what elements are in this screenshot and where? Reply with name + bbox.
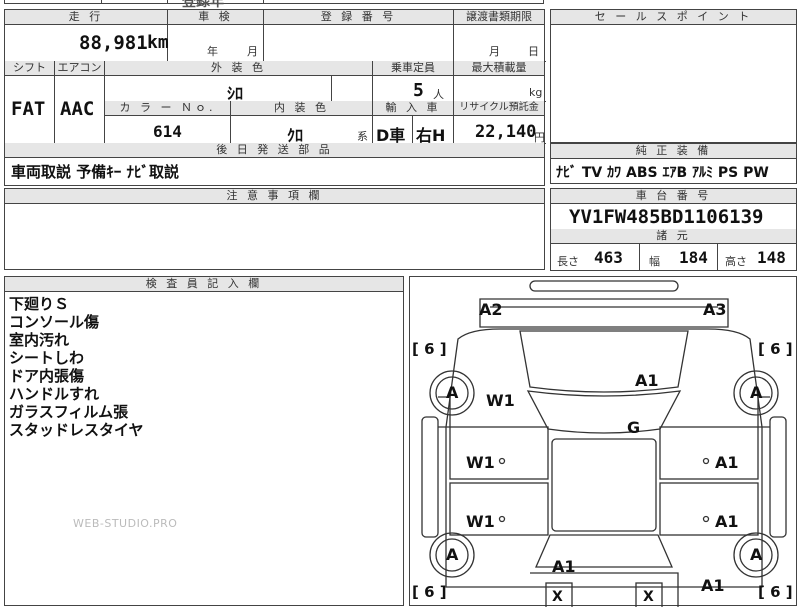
recycle-value: 22,140 <box>475 122 537 142</box>
door-rr-outline <box>659 482 759 536</box>
equipment-items: ﾅﾋﾞ TV ｶﾜ ABS ｴｱB ｱﾙﾐ PS PW <box>556 165 769 181</box>
specs-header: 諸 元 <box>551 229 796 244</box>
shift-header: シフト <box>5 61 54 76</box>
car-diagram-box: A2 A3 A1 W1 G W1 W1 A1 A1 A1 A1 A A A A … <box>409 276 797 607</box>
reg-no-header: 登 録 番 号 <box>264 10 453 25</box>
notice-box: 注 意 事 項 欄 <box>4 188 545 270</box>
shift-value: FAT <box>11 98 46 120</box>
roof-outline <box>551 438 657 532</box>
mark-a1-rear-r: A1 <box>701 576 725 595</box>
equipment-header: 純 正 装 備 <box>551 144 796 159</box>
capacity-header: 乗車定員 <box>373 61 453 76</box>
mark-w1-door-fl: W1 <box>466 453 495 472</box>
mark-tire-rl: A <box>446 545 459 564</box>
shaken-month-unit: 月 <box>247 45 258 58</box>
inspector-note: 下廻りＳ <box>9 295 70 313</box>
tire-depth-rl: [ 6 ] <box>412 583 447 601</box>
length-value: 463 <box>594 248 623 267</box>
inspector-note: シートしわ <box>9 349 85 367</box>
windshield-outline <box>526 390 682 434</box>
car-diagram <box>421 280 787 607</box>
import-header: 輸 入 車 <box>373 101 453 116</box>
color-no-header: カ ラ ー Ｎｏ. <box>105 101 230 116</box>
mark-a3: A3 <box>703 300 727 319</box>
transfer-month-unit: 月 <box>489 45 500 58</box>
later-parts-header: 後 日 発 送 部 品 <box>5 143 544 158</box>
door-rl-outline <box>449 482 549 536</box>
door-fl-outline <box>449 426 549 480</box>
exterior-header: 外 装 色 <box>105 61 372 76</box>
mark-x-left: X <box>552 589 563 605</box>
tire-depth-rr: [ 6 ] <box>758 583 793 601</box>
inspector-notes: 下廻りＳ コンソール傷 室内汚れ シートしわ ドア内張傷 ハンドルすれ ガラスフ… <box>9 295 144 439</box>
transfer-day-unit: 日 <box>528 45 539 58</box>
max-load-header: 最大積載量 <box>454 61 544 76</box>
selling-points-box: セ ー ル ス ポ イ ン ト <box>550 9 797 143</box>
mark-w1-door-rl: W1 <box>466 512 495 531</box>
mark-tire-fr: A <box>750 383 763 402</box>
hood-outline <box>519 330 689 393</box>
mark-a1-door-fr: A1 <box>715 453 739 472</box>
chassis-box: 車 台 番 号 YV1FW485BD1106139 諸 元 長さ 463 幅 1… <box>550 188 797 271</box>
aircon-value: AAC <box>60 98 95 120</box>
mark-a1-rear-l: A1 <box>552 557 576 576</box>
inspector-note: 室内汚れ <box>9 331 70 349</box>
mark-x-right: X <box>643 589 654 605</box>
inspector-note: ハンドルすれ <box>9 385 100 403</box>
mark-tire-fl: A <box>446 383 459 402</box>
mark-a1-hood: A1 <box>635 371 659 390</box>
aircon-header: エアコン <box>55 61 104 76</box>
front-bumper-panel <box>479 298 729 328</box>
length-label: 長さ <box>557 255 579 268</box>
mark-tire-rr: A <box>750 545 763 564</box>
mark-w1-windshield: W1 <box>486 391 515 410</box>
tire-depth-fl: [ 6 ] <box>412 340 447 358</box>
vehicle-info-table: 走 行 車 検 登 録 番 号 譲渡書類期限 88,981 km 年 月 月 日… <box>4 9 546 186</box>
capacity-value: 5 <box>413 80 424 101</box>
inspector-box: 検 査 員 記 入 欄 下廻りＳ コンソール傷 室内汚れ シートしわ ドア内張傷… <box>4 276 404 606</box>
front-bumper-outline <box>529 280 679 292</box>
inspector-note: スタッドレスタイヤ <box>9 421 144 439</box>
mark-a2: A2 <box>479 300 503 319</box>
width-value: 184 <box>679 248 708 267</box>
capacity-unit: 人 <box>433 88 444 101</box>
mileage-unit: km <box>147 32 169 53</box>
transfer-header: 譲渡書類期限 <box>454 10 544 25</box>
mileage-header: 走 行 <box>5 10 167 25</box>
interior-unit: 系 <box>357 130 368 143</box>
mileage-value: 88,981 <box>79 32 148 54</box>
inspector-header: 検 査 員 記 入 欄 <box>5 277 403 292</box>
color-no-value: 614 <box>153 122 182 141</box>
tire-depth-fr: [ 6 ] <box>758 340 793 358</box>
height-value: 148 <box>757 248 786 267</box>
recycle-header: リサイクル預託金 <box>454 101 544 116</box>
chassis-value: YV1FW485BD1106139 <box>569 206 764 228</box>
notice-header: 注 意 事 項 欄 <box>5 189 544 204</box>
selling-points-header: セ ー ル ス ポ イ ン ト <box>551 10 796 25</box>
equipment-box: 純 正 装 備 ﾅﾋﾞ TV ｶﾜ ABS ｴｱB ｱﾙﾐ PS PW <box>550 143 797 184</box>
top-partial-strip <box>4 0 544 4</box>
door-fr-outline <box>659 426 759 480</box>
shaken-year-unit: 年 <box>207 45 218 58</box>
shaken-header: 車 検 <box>168 10 263 25</box>
max-load-unit: kg <box>529 86 543 99</box>
later-parts-value: 車両取説 予備ｷｰ ﾅﾋﾞ取説 <box>11 163 179 181</box>
chassis-header: 車 台 番 号 <box>551 189 796 204</box>
inspector-note: コンソール傷 <box>9 313 100 331</box>
mark-a1-door-rr: A1 <box>715 512 739 531</box>
height-label: 高さ <box>725 255 747 268</box>
interior-header: 内 装 色 <box>231 101 372 116</box>
inspector-note: ドア内張傷 <box>9 367 85 385</box>
width-label: 幅 <box>649 255 660 268</box>
inspector-note: ガラスフィルム張 <box>9 403 129 421</box>
mark-g: G <box>627 418 641 437</box>
watermark: WEB-STUDIO.PRO <box>73 517 178 530</box>
